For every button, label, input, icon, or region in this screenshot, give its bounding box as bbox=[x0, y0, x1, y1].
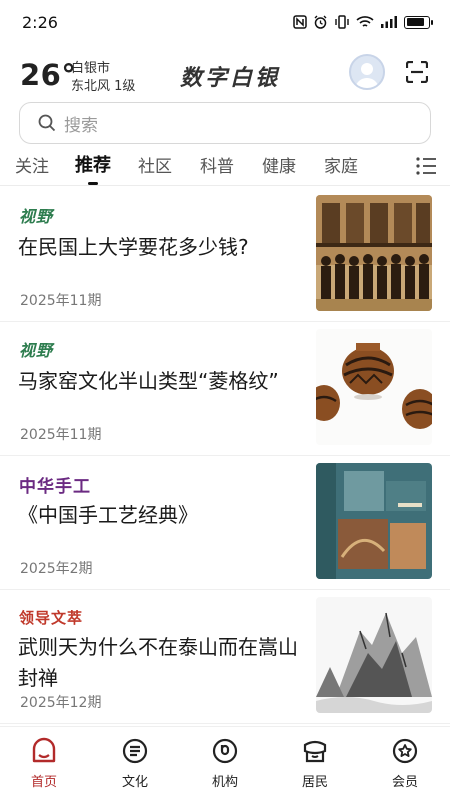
nav-home[interactable]: 首页 bbox=[14, 737, 74, 790]
tab-recommend[interactable]: 推荐 bbox=[75, 151, 111, 177]
tab-family[interactable]: 家庭 bbox=[324, 152, 358, 177]
status-bar: 2:26 bbox=[0, 0, 450, 44]
article-source: 视野 bbox=[19, 341, 54, 360]
article-date: 2025年12期 bbox=[20, 695, 102, 711]
battery-icon bbox=[404, 15, 433, 29]
search-icon bbox=[38, 114, 56, 132]
sepia-group-photo-image bbox=[316, 195, 432, 311]
tab-follow[interactable]: 关注 bbox=[15, 152, 49, 177]
article-title: 在民国上大学要花多少钱? bbox=[18, 235, 249, 259]
signal-icon bbox=[381, 16, 397, 28]
article-date: 2025年2期 bbox=[20, 561, 93, 577]
culture-icon bbox=[122, 738, 148, 764]
article-thumbnail bbox=[316, 195, 432, 311]
article-card[interactable]: 视野 在民国上大学要花多少钱? 2025年11期 bbox=[0, 188, 450, 322]
scan-icon[interactable] bbox=[406, 61, 428, 83]
weather-city: 白银市 bbox=[71, 61, 111, 76]
home-icon bbox=[32, 737, 56, 763]
nav-residents[interactable]: 居民 bbox=[285, 737, 345, 790]
menu-icon[interactable] bbox=[415, 156, 437, 176]
article-source: 中华手工 bbox=[19, 477, 91, 497]
article-title: 武则天为什么不在泰山而在嵩山封禅 bbox=[18, 635, 298, 690]
vibrate-icon bbox=[335, 15, 349, 29]
article-thumbnail bbox=[316, 463, 432, 579]
nav-organization[interactable]: 机构 bbox=[195, 737, 255, 790]
app-logo: 数字白银 bbox=[180, 65, 281, 91]
app-header: 26° 白银市 东北风 1级 数字白银 bbox=[0, 48, 450, 98]
search-placeholder: 搜索 bbox=[64, 115, 98, 136]
weather-wind: 东北风 1级 bbox=[71, 79, 136, 94]
article-card[interactable]: 中华手工 《中国手工艺经典》 2025年2期 bbox=[0, 456, 450, 590]
category-tabs: 关注 推荐 社区 科普 健康 家庭 bbox=[0, 146, 450, 186]
article-date: 2025年11期 bbox=[20, 427, 102, 443]
article-thumbnail bbox=[316, 329, 432, 445]
nav-culture[interactable]: 文化 bbox=[105, 737, 165, 790]
avatar-icon bbox=[355, 63, 379, 88]
alarm-icon bbox=[314, 15, 327, 29]
article-card[interactable]: 领导文萃 武则天为什么不在泰山而在嵩山封禅 2025年12期 bbox=[0, 590, 450, 724]
nav-culture-label: 文化 bbox=[121, 775, 148, 790]
article-source: 视野 bbox=[19, 207, 54, 226]
nav-member[interactable]: 会员 bbox=[375, 737, 435, 790]
tab-health[interactable]: 健康 bbox=[262, 152, 296, 177]
book-cover-image bbox=[316, 463, 432, 579]
status-icons bbox=[293, 15, 433, 30]
wifi-icon bbox=[356, 16, 374, 27]
active-tab-indicator bbox=[88, 182, 98, 185]
tab-science[interactable]: 科普 bbox=[200, 152, 234, 177]
organization-icon bbox=[212, 738, 238, 764]
nav-residents-label: 居民 bbox=[301, 775, 328, 790]
nav-home-label: 首页 bbox=[30, 775, 57, 790]
article-date: 2025年11期 bbox=[20, 293, 102, 309]
pottery-jars-image bbox=[316, 329, 432, 445]
article-source: 领导文萃 bbox=[19, 609, 84, 627]
article-title: 《中国手工艺经典》 bbox=[18, 503, 198, 527]
article-thumbnail bbox=[316, 597, 432, 713]
status-time: 2:26 bbox=[22, 12, 58, 32]
search-input[interactable]: 搜索 bbox=[19, 102, 431, 144]
nav-organization-label: 机构 bbox=[211, 775, 238, 790]
article-title: 马家窑文化半山类型“菱格纹” bbox=[18, 369, 279, 393]
article-card[interactable]: 视野 马家窑文化半山类型“菱格纹” 2025年11期 bbox=[0, 322, 450, 456]
ink-mountains-image bbox=[316, 597, 432, 713]
tab-community[interactable]: 社区 bbox=[138, 152, 172, 177]
avatar[interactable] bbox=[349, 54, 385, 90]
bottom-navigation: 首页 文化 机构 居民 会员 bbox=[0, 726, 450, 800]
nfc-icon bbox=[293, 15, 307, 29]
member-icon bbox=[392, 738, 418, 764]
nav-member-label: 会员 bbox=[391, 775, 418, 790]
weather-temperature: 26° bbox=[20, 58, 77, 92]
residents-icon bbox=[303, 740, 327, 763]
